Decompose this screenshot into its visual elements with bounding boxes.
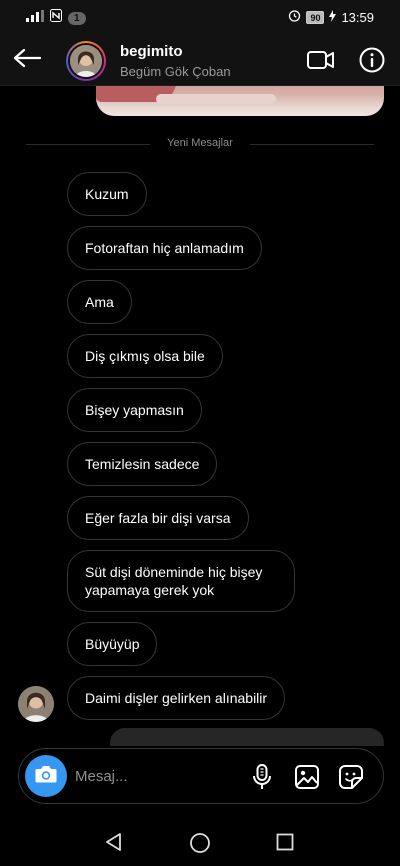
square-recents-icon xyxy=(276,833,294,855)
message-bubble[interactable]: Eğer fazla bir dişi varsa xyxy=(67,496,249,540)
info-button[interactable] xyxy=(358,46,386,74)
sender-avatar[interactable] xyxy=(18,686,54,722)
nav-back-button[interactable] xyxy=(104,832,124,852)
message-bubble[interactable]: Fotoraftan hiç anlamadım xyxy=(67,226,262,270)
nfc-icon xyxy=(50,9,62,27)
sticker-icon xyxy=(337,765,365,795)
notification-count-badge: 1 xyxy=(68,11,86,25)
circle-home-icon xyxy=(189,833,211,858)
new-messages-divider: Yeni Mesajlar xyxy=(26,136,374,152)
photo-content-detail xyxy=(156,94,276,104)
microphone-icon xyxy=(249,764,275,795)
chat-thread[interactable]: Yeni Mesajlar Kuzum Fotoraftan hiç anlam… xyxy=(0,86,400,746)
info-circle-icon xyxy=(358,47,386,78)
message-bubble[interactable]: Diş çıkmış olsa bile xyxy=(67,334,223,378)
nav-home-button[interactable] xyxy=(189,832,211,854)
message-bubble[interactable]: Ama xyxy=(67,280,132,324)
shared-photo-message[interactable] xyxy=(96,86,384,116)
camera-button[interactable] xyxy=(25,755,67,797)
gallery-icon xyxy=(293,765,321,795)
arrow-left-icon xyxy=(13,48,42,73)
voice-message-button[interactable] xyxy=(249,763,275,791)
new-messages-label: Yeni Mesajlar xyxy=(167,137,233,149)
nav-recents-button[interactable] xyxy=(276,833,294,851)
camera-icon xyxy=(34,763,58,790)
header-avatar[interactable] xyxy=(66,41,106,81)
video-call-button[interactable] xyxy=(306,46,338,74)
message-bubble[interactable]: Süt dişi döneminde hiç bişey yapamaya ge… xyxy=(67,550,295,612)
outgoing-message-peek xyxy=(110,728,384,746)
triangle-back-icon xyxy=(104,833,124,856)
status-bar: 1 90 13:59 xyxy=(0,0,400,34)
header-username[interactable]: begimito xyxy=(120,43,183,60)
divider-line-right xyxy=(250,144,374,145)
message-bubble[interactable]: Büyüyüp xyxy=(67,622,158,666)
message-input[interactable] xyxy=(75,765,235,787)
charging-icon xyxy=(329,9,337,25)
video-camera-icon xyxy=(306,51,336,78)
signal-icon xyxy=(26,9,44,27)
back-button[interactable] xyxy=(12,45,42,75)
message-bubble[interactable]: Temizlesin sadece xyxy=(67,442,218,486)
header-full-name[interactable]: Begüm Gök Çoban xyxy=(120,64,231,79)
alarm-icon xyxy=(288,9,301,25)
battery-indicator: 90 xyxy=(306,10,325,24)
clock-time: 13:59 xyxy=(341,9,374,25)
system-navigation-bar xyxy=(0,812,400,866)
chat-header: begimito Begüm Gök Çoban xyxy=(0,34,400,86)
message-bubble[interactable]: Daimi dişler gelirken alınabilir xyxy=(67,676,286,720)
message-bubble[interactable]: Bişey yapmasın xyxy=(67,388,202,432)
message-bubble[interactable]: Kuzum xyxy=(67,172,147,216)
message-composer xyxy=(18,748,384,804)
sticker-button[interactable] xyxy=(337,763,365,791)
gallery-button[interactable] xyxy=(293,763,321,791)
